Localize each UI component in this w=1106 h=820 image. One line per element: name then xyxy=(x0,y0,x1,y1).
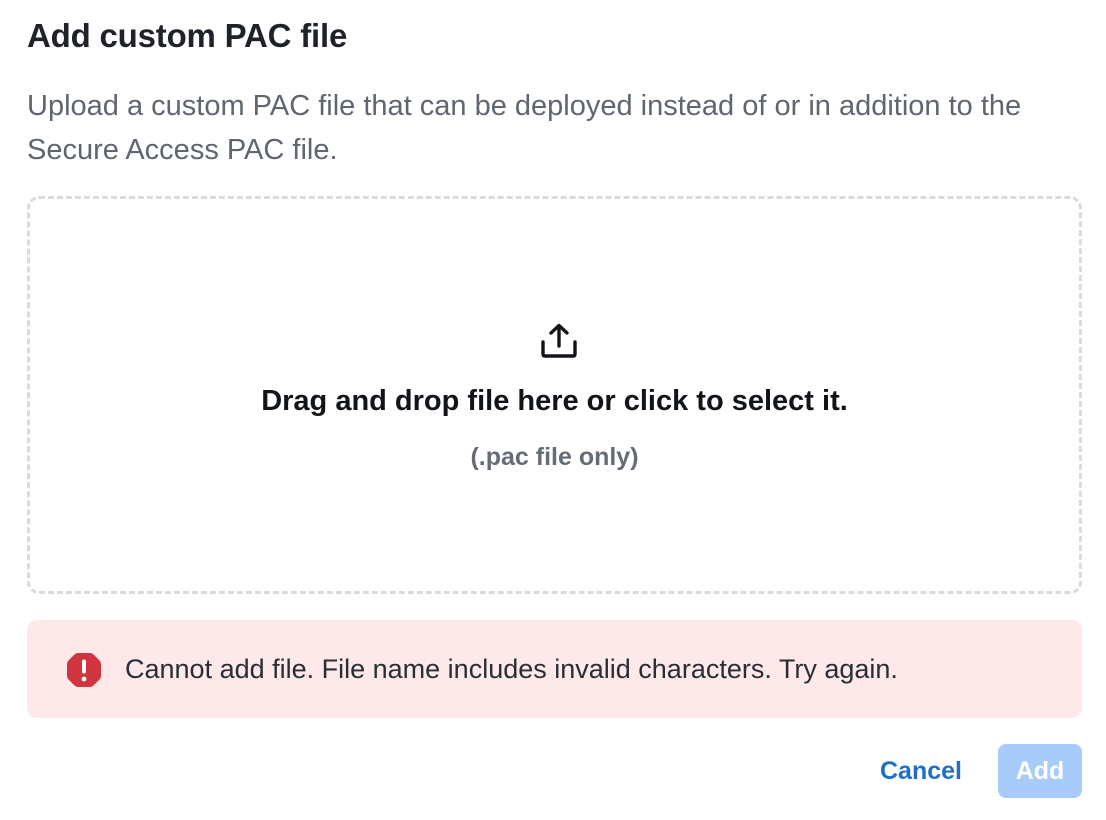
dropzone-primary-text: Drag and drop file here or click to sele… xyxy=(261,385,848,417)
error-message: Cannot add file. File name includes inva… xyxy=(125,654,898,684)
dialog-title: Add custom PAC file xyxy=(27,17,348,54)
error-hexagon-icon xyxy=(67,653,101,687)
dropzone-file-type-hint: (.pac file only) xyxy=(470,443,639,471)
file-dropzone[interactable]: Drag and drop file here or click to sele… xyxy=(27,196,1082,594)
cancel-button[interactable]: Cancel xyxy=(866,744,976,798)
error-banner: Cannot add file. File name includes inva… xyxy=(27,620,1082,718)
add-button[interactable]: Add xyxy=(998,744,1082,798)
add-pac-file-dialog: Add custom PAC file Upload a custom PAC … xyxy=(0,0,1106,820)
upload-icon xyxy=(541,323,577,358)
dialog-description: Upload a custom PAC file that can be dep… xyxy=(27,90,1022,166)
